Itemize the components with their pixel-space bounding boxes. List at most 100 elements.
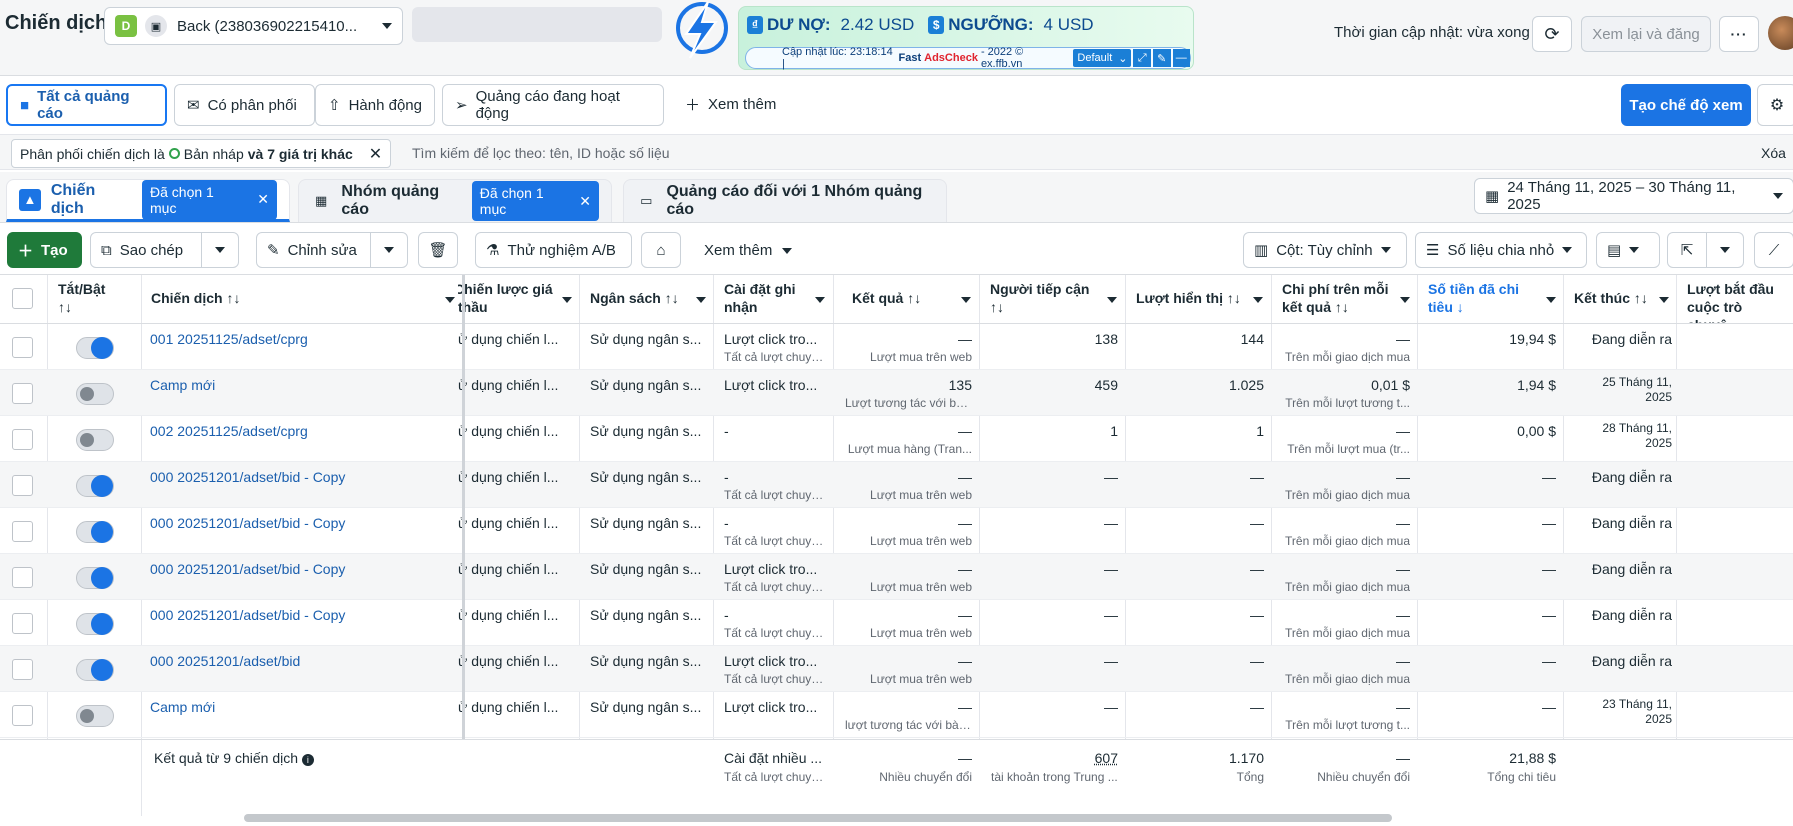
col-header-toggle[interactable]: Tắt/Bật ↑↓ <box>58 275 138 323</box>
lightning-logo-icon[interactable] <box>668 0 732 60</box>
review-publish-button[interactable]: Xem lại và đăng <box>1581 16 1711 52</box>
campaign-name-link[interactable]: 000 20251201/adset/bid - Copy <box>150 515 455 531</box>
see-more-views-button[interactable]: ＋ Xem thêm <box>685 94 776 115</box>
sliders-icon[interactable]: ⚙ <box>1757 84 1793 126</box>
campaign-name-link[interactable]: 001 20251125/adset/cprg <box>150 331 455 347</box>
tab-active-ads[interactable]: ➢ Quảng cáo đang hoạt động <box>442 84 664 126</box>
freeze-divider[interactable] <box>462 275 465 813</box>
campaign-name-link[interactable]: Camp mới <box>150 699 455 715</box>
duplicate-dropdown[interactable] <box>201 232 239 268</box>
avatar[interactable] <box>1768 16 1793 50</box>
campaign-name-link[interactable]: 000 20251201/adset/bid - Copy <box>150 607 455 623</box>
ab-test-button[interactable]: ⚗ Thử nghiệm A/B <box>475 232 632 268</box>
campaign-toggle[interactable] <box>76 383 114 405</box>
col-header-reach[interactable]: Người tiếp cận ↑↓ <box>990 275 1115 323</box>
columns-button[interactable]: ▥ Cột: Tùy chỉnh <box>1243 232 1407 268</box>
chevron-down-icon[interactable] <box>1659 297 1669 303</box>
row-checkbox[interactable] <box>12 383 33 404</box>
close-icon[interactable]: ✕ <box>257 191 269 208</box>
table-row[interactable]: 000 20251201/adset/bid ử dụng chiến l... S… <box>0 646 1793 692</box>
row-checkbox[interactable] <box>12 475 33 496</box>
col-header-spent[interactable]: Số tiền đã chi tiêu ↓ <box>1428 275 1528 323</box>
more-options-button[interactable]: ··· <box>1719 16 1759 52</box>
campaign-toggle[interactable] <box>76 659 114 681</box>
chart-button[interactable]: ⟋ <box>1754 232 1793 268</box>
col-header-budget[interactable]: Ngân sách ↑↓ <box>590 275 705 323</box>
row-checkbox[interactable] <box>12 567 33 588</box>
chevron-down-icon[interactable] <box>562 297 572 303</box>
col-header-attribution[interactable]: Cài đặt ghi nhận <box>724 275 819 323</box>
campaign-name-link[interactable]: 000 20251201/adset/bid - Copy <box>150 561 455 577</box>
campaign-name-link[interactable]: 000 20251201/adset/bid - Copy <box>150 469 455 485</box>
profile-select[interactable]: Default ⌄ <box>1073 49 1132 67</box>
delete-button[interactable]: 🗑 <box>418 232 458 268</box>
chevron-down-icon[interactable] <box>1546 297 1556 303</box>
chevron-down-icon[interactable] <box>445 297 455 303</box>
col-header-name[interactable]: Chiến dịch ↑↓ <box>151 275 451 323</box>
col-header-bid[interactable]: Chiến lược giá thầu <box>458 275 568 323</box>
minimize-icon[interactable]: — <box>1172 49 1191 67</box>
campaign-toggle[interactable] <box>76 567 114 589</box>
chevron-down-icon[interactable] <box>696 297 706 303</box>
duplicate-button[interactable]: ⧉ Sao chép <box>90 232 202 268</box>
search-input[interactable]: Tìm kiếm để lọc theo: tên, ID hoặc số li… <box>412 145 670 161</box>
campaign-toggle[interactable] <box>76 337 114 359</box>
close-icon[interactable]: ✕ <box>579 193 591 210</box>
tab-adsets[interactable]: ▦ Nhóm quảng cáo Đã chọn 1 mục ✕ <box>298 179 612 222</box>
tab-ads[interactable]: ▭ Quảng cáo đối với 1 Nhóm quảng cáo <box>623 179 947 222</box>
filter-chip[interactable]: Phân phối chiến dịch là Bản nháp và 7 gi… <box>11 139 392 168</box>
row-checkbox[interactable] <box>12 429 33 450</box>
edit-button[interactable]: ✎ Chỉnh sửa <box>256 232 371 268</box>
table-row[interactable]: 000 20251201/adset/bid - Copy ử dụng chiế… <box>0 600 1793 646</box>
col-header-impressions[interactable]: Lượt hiển thị ↑↓ <box>1136 275 1261 323</box>
horizontal-scrollbar[interactable] <box>244 814 1392 822</box>
campaign-toggle[interactable] <box>76 429 114 451</box>
edit-icon[interactable]: ✎ <box>1152 49 1171 67</box>
table-row[interactable]: 000 20251201/adset/bid - Copy ử dụng chiế… <box>0 554 1793 600</box>
col-header-starts[interactable]: Lượt bắt đầu cuộc trò chuyệ... <box>1687 275 1793 323</box>
select-all-checkbox[interactable] <box>12 288 33 309</box>
chevron-down-icon[interactable] <box>1253 297 1263 303</box>
account-selector[interactable]: D ▣ Back (238036902215410... <box>104 7 403 45</box>
close-icon[interactable]: ✕ <box>369 144 382 164</box>
campaign-name-link[interactable]: 000 20251201/adset/bid <box>150 653 455 669</box>
chevron-down-icon[interactable] <box>815 297 825 303</box>
table-row[interactable]: 001 20251125/adset/cprg ử dụng chiến l...… <box>0 324 1793 370</box>
campaign-toggle[interactable] <box>76 521 114 543</box>
tab-all-ads[interactable]: ■ Tất cả quảng cáo <box>6 84 167 126</box>
tab-actions[interactable]: ⇧ Hành động <box>315 84 435 126</box>
breakdown-button[interactable]: ☰ Số liệu chia nhỏ <box>1415 232 1587 268</box>
clear-filters-link[interactable]: Xóa <box>1761 145 1786 161</box>
tag-button[interactable]: ⌂ <box>641 232 681 268</box>
export-button[interactable]: ⇱ <box>1667 232 1707 268</box>
campaign-name-link[interactable]: 002 20251125/adset/cprg <box>150 423 455 439</box>
campaign-toggle[interactable] <box>76 613 114 635</box>
chevron-down-icon[interactable] <box>1400 297 1410 303</box>
reports-button[interactable]: ▤ <box>1596 232 1660 268</box>
info-icon[interactable]: i <box>301 754 314 766</box>
row-checkbox[interactable] <box>12 705 33 726</box>
tab-campaigns[interactable]: ▲ Chiến dịch Đã chọn 1 mục ✕ <box>6 179 290 222</box>
row-checkbox[interactable] <box>12 613 33 634</box>
create-button[interactable]: ＋ Tạo <box>7 232 82 268</box>
refresh-button[interactable]: ⟳ <box>1532 16 1572 52</box>
row-checkbox[interactable] <box>12 659 33 680</box>
row-checkbox[interactable] <box>12 521 33 542</box>
col-header-results[interactable]: Kết quả ↑↓ <box>852 275 972 323</box>
edit-dropdown[interactable] <box>370 232 408 268</box>
expand-icon[interactable]: ⤢ <box>1133 49 1151 67</box>
campaign-toggle[interactable] <box>76 475 114 497</box>
chevron-down-icon[interactable] <box>961 297 971 303</box>
table-row[interactable]: 000 20251201/adset/bid - Copy ử dụng chiế… <box>0 462 1793 508</box>
table-row[interactable]: 002 20251125/adset/cprg ử dụng chiến l...… <box>0 416 1793 462</box>
campaign-toggle[interactable] <box>76 705 114 727</box>
table-row[interactable]: 000 20251201/adset/bid - Copy ử dụng chiế… <box>0 508 1793 554</box>
date-range-picker[interactable]: ▦ 24 Tháng 11, 2025 – 30 Tháng 11, 2025 <box>1474 178 1793 214</box>
export-dropdown[interactable] <box>1706 232 1744 268</box>
more-actions-button[interactable]: Xem thêm <box>704 242 793 259</box>
chevron-down-icon[interactable] <box>1107 297 1117 303</box>
table-row[interactable]: Camp mới ử dụng chiến l... Sử dụng ngân s.… <box>0 370 1793 416</box>
row-checkbox[interactable] <box>12 337 33 358</box>
campaign-name-link[interactable]: Camp mới <box>150 377 455 393</box>
create-view-button[interactable]: Tạo chế độ xem <box>1621 84 1751 126</box>
